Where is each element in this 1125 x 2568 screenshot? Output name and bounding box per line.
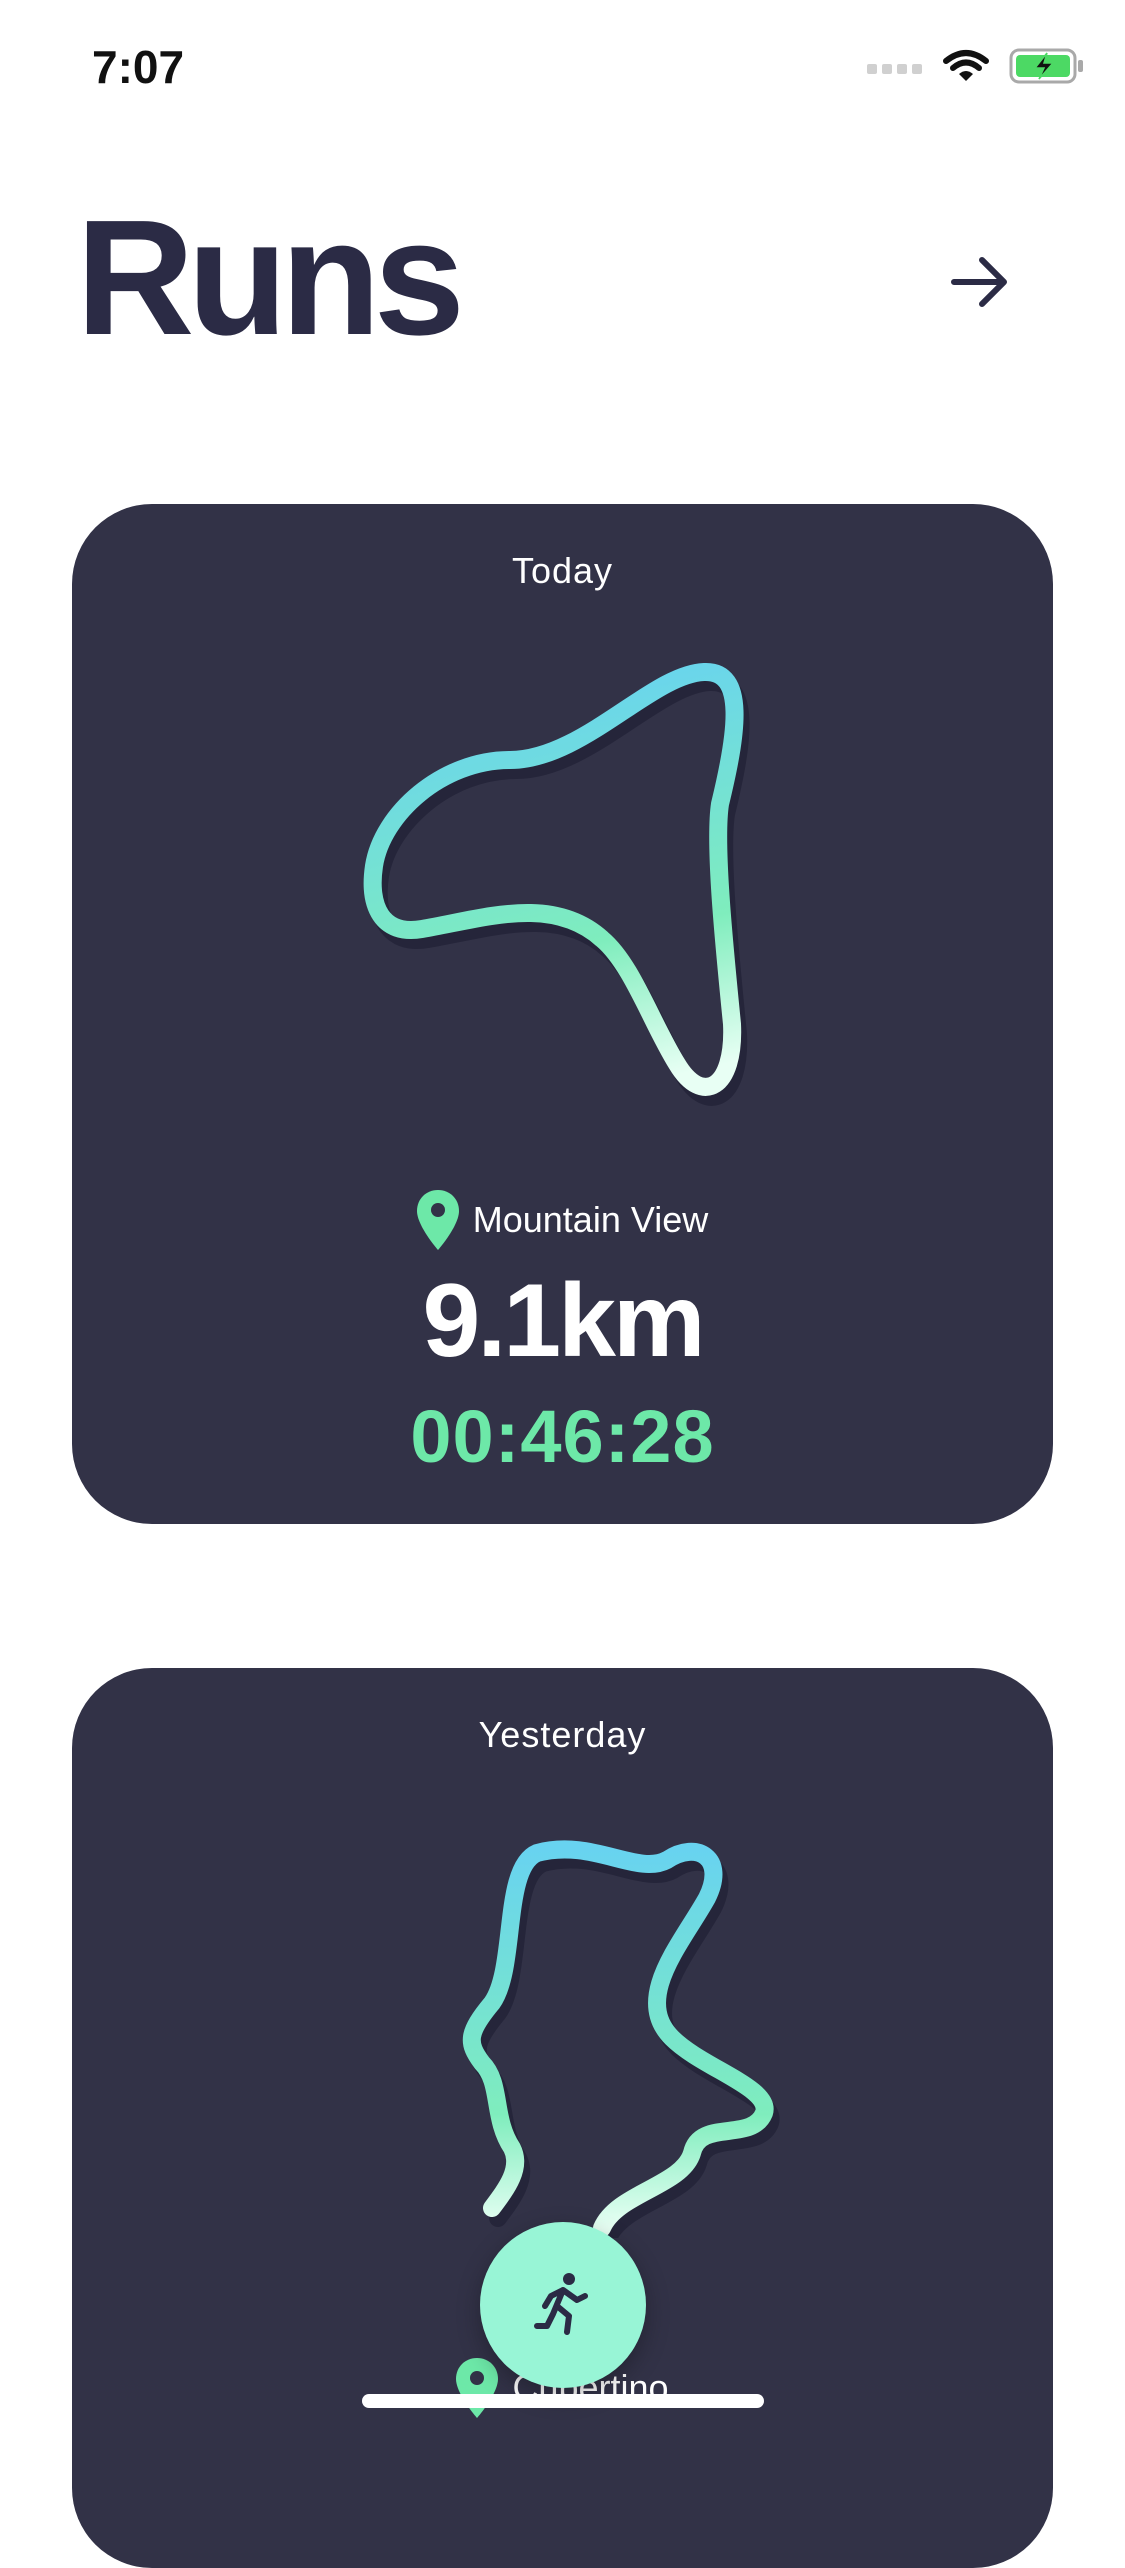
status-indicators bbox=[867, 48, 1085, 84]
battery-charging-icon bbox=[1009, 48, 1083, 84]
arrow-right-icon bbox=[951, 257, 1007, 307]
run-duration: 00:46:28 bbox=[410, 1395, 715, 1478]
route-shadow bbox=[468, 1850, 780, 2238]
run-day-label: Yesterday bbox=[478, 1714, 647, 1755]
route-map bbox=[363, 663, 750, 1106]
home-indicator[interactable] bbox=[362, 2394, 764, 2408]
cellular-signal-icon bbox=[867, 64, 922, 74]
route-line bbox=[363, 663, 744, 1096]
run-card-yesterday[interactable]: Yesterday Cupertino bbox=[72, 1668, 1053, 2568]
page-title: Runs bbox=[76, 186, 465, 369]
route-map bbox=[462, 1840, 780, 2238]
map-pin-icon bbox=[456, 2358, 499, 2418]
wifi-icon bbox=[943, 50, 989, 81]
map-pin-icon bbox=[416, 1190, 459, 1250]
running-person-icon bbox=[534, 2273, 588, 2335]
run-location: Mountain View bbox=[72, 1190, 1053, 1250]
run-day-label: Today bbox=[511, 550, 614, 591]
forward-button[interactable] bbox=[946, 248, 1014, 316]
status-time: 7:07 bbox=[92, 41, 185, 93]
start-run-button[interactable] bbox=[480, 2222, 646, 2388]
run-card-today[interactable]: Today Mountain View 9.1km 00:46:28 bbox=[72, 504, 1053, 1524]
run-distance: 9.1km bbox=[422, 1263, 706, 1379]
location-name: Mountain View bbox=[472, 1199, 709, 1240]
